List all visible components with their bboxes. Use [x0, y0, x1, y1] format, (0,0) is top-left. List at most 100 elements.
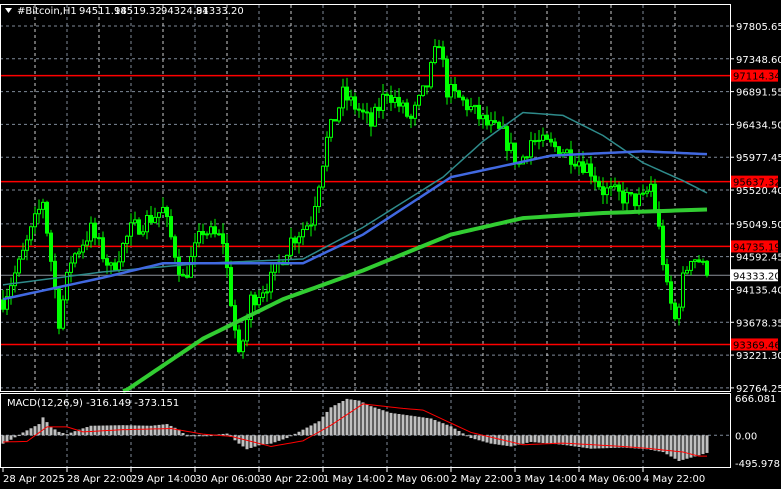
time-tick-label: 28 Apr 22:00: [67, 474, 132, 485]
price-tick-label: 97348.60: [736, 55, 781, 66]
macd-histogram-bar: [393, 413, 397, 436]
macd-histogram-bar: [585, 435, 589, 449]
candle-body: [41, 201, 45, 210]
macd-histogram-bar: [633, 435, 637, 449]
candle-body: [421, 85, 425, 96]
macd-histogram-bar: [445, 424, 449, 436]
macd-histogram-bar: [69, 432, 73, 436]
macd-histogram-bar: [181, 433, 185, 436]
macd-histogram-bar: [289, 435, 293, 437]
macd-histogram-bar: [89, 425, 93, 436]
candle-body: [669, 281, 673, 304]
macd-histogram-bar: [153, 425, 157, 436]
macd-histogram-bar: [25, 430, 29, 436]
macd-histogram-bar: [569, 435, 573, 446]
candle-body: [213, 226, 217, 235]
candle-body: [685, 269, 689, 274]
candle-body: [157, 212, 161, 218]
price-tick-label: 95977.45: [736, 153, 781, 164]
candle-body: [397, 96, 401, 107]
time-tick-label: 29 Apr 14:00: [131, 474, 196, 485]
candle-body: [53, 260, 57, 290]
macd-histogram-bar: [241, 435, 245, 447]
candle-body: [525, 156, 529, 159]
macd-histogram-bar: [453, 428, 457, 436]
macd-histogram-bar: [537, 435, 541, 443]
macd-histogram-bar: [413, 416, 417, 436]
candle-body: [89, 222, 93, 242]
macd-histogram-bar: [593, 435, 597, 449]
candle-body: [457, 90, 461, 98]
macd-histogram-bar: [285, 435, 289, 439]
macd-histogram-bar: [349, 399, 353, 436]
macd-tick-label: 0.00: [735, 431, 757, 442]
macd-histogram-bar: [225, 433, 229, 436]
macd-histogram-bar: [193, 435, 197, 437]
price-tick-label: 95049.50: [736, 220, 781, 231]
candle-body: [209, 226, 213, 235]
candle-body: [601, 186, 605, 196]
level-price-label: 93369.46: [733, 340, 781, 351]
candle-body: [549, 138, 553, 143]
trading-chart-window[interactable]: 97114.34 95637.32 94735.19 93369.46 94333.20…: [0, 0, 781, 489]
candle-body: [465, 99, 469, 111]
macd-histogram-bar: [549, 435, 553, 444]
macd-histogram-bar: [149, 425, 153, 436]
macd-histogram-bar: [13, 435, 17, 438]
candle-body: [129, 222, 133, 237]
macd-histogram-bar: [421, 417, 425, 436]
macd-histogram-bar: [389, 412, 393, 436]
macd-histogram-bar: [473, 435, 477, 440]
macd-histogram-bar: [653, 435, 657, 451]
macd-histogram-bar: [169, 425, 173, 436]
macd-histogram-bar: [9, 435, 13, 440]
candle-body: [369, 112, 373, 127]
candle-body: [481, 114, 485, 120]
candle-body: [681, 272, 685, 308]
macd-histogram-bar: [705, 435, 709, 453]
macd-legend: MACD(12,26,9) -316.149 -373.151: [7, 398, 179, 409]
candle-body: [333, 119, 337, 122]
candle-body: [593, 175, 597, 182]
candle-body: [589, 163, 593, 177]
macd-histogram-bar: [601, 435, 605, 449]
macd-histogram-bar: [61, 433, 65, 436]
macd-histogram-bar: [521, 435, 525, 444]
macd-histogram-bar: [29, 428, 33, 436]
macd-histogram-bar: [377, 408, 381, 436]
triangle-down-icon[interactable]: [5, 8, 12, 13]
macd-histogram-bar: [281, 435, 285, 440]
macd-histogram-bar: [365, 404, 369, 436]
time-tick-label: 2 May 06:00: [387, 474, 449, 485]
candle-body: [385, 93, 389, 96]
candle-body: [673, 302, 677, 320]
candle-body: [689, 260, 693, 271]
candle-body: [417, 94, 421, 106]
price-tick-label: 93678.35: [736, 318, 781, 329]
macd-histogram-bar: [645, 435, 649, 450]
macd-histogram-bar: [665, 435, 669, 455]
macd-histogram-bar: [157, 424, 161, 436]
macd-histogram-bar: [353, 400, 357, 436]
macd-histogram-bar: [629, 435, 633, 449]
macd-histogram-bar: [433, 420, 437, 436]
macd-histogram-bar: [649, 435, 653, 450]
candle-body: [233, 305, 237, 331]
macd-histogram-bar: [553, 435, 557, 445]
macd-histogram-bar: [621, 435, 625, 448]
candle-body: [625, 191, 629, 204]
candle-body: [701, 260, 705, 263]
price-chart[interactable]: 97114.3495637.3294735.1993369.4694333.20…: [0, 0, 781, 489]
macd-histogram-bar: [141, 425, 145, 436]
macd-histogram-bar: [57, 431, 61, 436]
candle-body: [329, 119, 333, 138]
macd-histogram-bar: [417, 416, 421, 436]
macd-histogram-bar: [221, 433, 225, 436]
candle-body: [57, 288, 61, 329]
macd-histogram-bar: [493, 435, 497, 445]
symbol-label: #Bitcoin,H1: [17, 6, 77, 17]
macd-histogram-bar: [525, 435, 529, 443]
macd-histogram-bar: [373, 407, 377, 436]
candle-body: [105, 258, 109, 266]
candle-body: [693, 259, 697, 262]
